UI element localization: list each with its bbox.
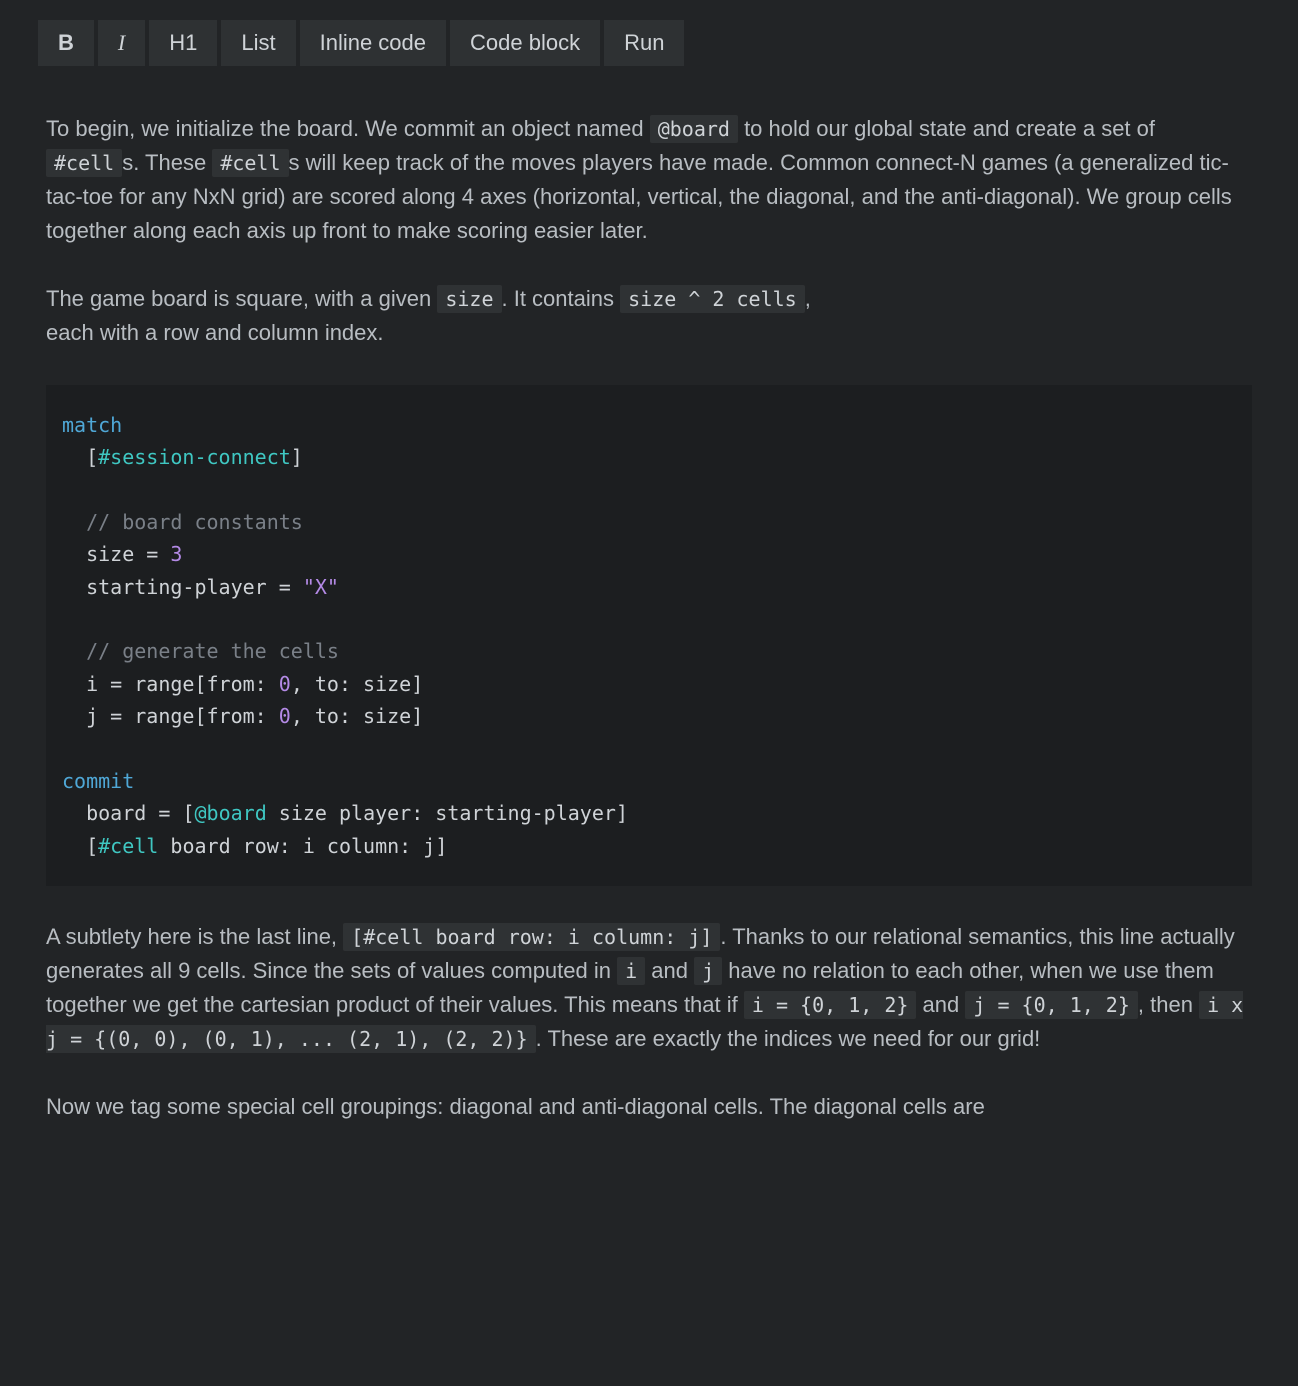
identifier: j (86, 704, 98, 728)
diagonal-paragraph: Now we tag some special cell groupings: … (46, 1090, 1252, 1124)
keyword-match: match (62, 413, 122, 437)
formatting-toolbar: B I H1 List Inline code Code block Run (38, 20, 1252, 66)
inline-code: j (694, 957, 722, 985)
inline-code: @board (650, 115, 738, 143)
comment: // generate the cells (86, 639, 339, 663)
intro-paragraph: To begin, we initialize the board. We co… (46, 112, 1252, 248)
bracket: [ (182, 801, 194, 825)
code-block-button[interactable]: Code block (450, 20, 600, 66)
text: The game board is square, with a given (46, 286, 437, 311)
attrs: board row: i column: j (158, 834, 435, 858)
attrs: size player: starting-player (267, 801, 616, 825)
bracket: ] (435, 834, 447, 858)
bracket: [ (86, 445, 98, 469)
operator: = (98, 672, 134, 696)
identifier: board (86, 801, 146, 825)
inline-code: i = {0, 1, 2} (744, 991, 917, 1019)
list-button[interactable]: List (221, 20, 295, 66)
keyword-commit: commit (62, 769, 134, 793)
number: 0 (279, 704, 291, 728)
text: . These are exactly the indices we need … (536, 1026, 1041, 1051)
code-block-init-board[interactable]: match [#session-connect] // board consta… (46, 385, 1252, 886)
inline-code-button[interactable]: Inline code (300, 20, 446, 66)
comment: // board constants (86, 510, 303, 534)
tag-session-connect: #session-connect (98, 445, 291, 469)
fn-call: range[from: (134, 672, 279, 696)
identifier: size (86, 542, 134, 566)
inline-code: [#cell board row: i column: j] (343, 923, 720, 951)
identifier: starting-player (86, 575, 267, 599)
board-size-paragraph: The game board is square, with a given s… (46, 282, 1252, 350)
identifier: i (86, 672, 98, 696)
inline-code: size ^ 2 cells (620, 285, 805, 313)
text: To begin, we initialize the board. We co… (46, 116, 650, 141)
fn-call: , to: size] (291, 672, 423, 696)
h1-button[interactable]: H1 (149, 20, 217, 66)
text: . It contains (502, 286, 621, 311)
fn-call: range[from: (134, 704, 279, 728)
bold-button[interactable]: B (38, 20, 94, 66)
bracket: [ (86, 834, 98, 858)
text: , then (1138, 992, 1199, 1017)
inline-code: size (437, 285, 501, 313)
text: to hold our global state and create a se… (738, 116, 1155, 141)
inline-code: #cell (212, 149, 288, 177)
bracket: ] (291, 445, 303, 469)
operator: = (134, 542, 170, 566)
number: 3 (170, 542, 182, 566)
text: and (916, 992, 965, 1017)
number: 0 (279, 672, 291, 696)
fn-call: , to: size] (291, 704, 423, 728)
tag-board: @board (194, 801, 266, 825)
text: s. These (122, 150, 212, 175)
operator: = (146, 801, 182, 825)
text: and (645, 958, 694, 983)
string: "X" (303, 575, 339, 599)
operator: = (98, 704, 134, 728)
text: , (805, 286, 811, 311)
tag-cell: #cell (98, 834, 158, 858)
text: A subtlety here is the last line, (46, 924, 343, 949)
inline-code: j = {0, 1, 2} (965, 991, 1138, 1019)
italic-button[interactable]: I (98, 20, 145, 66)
text: each with a row and column index. (46, 320, 384, 345)
run-button[interactable]: Run (604, 20, 684, 66)
inline-code: i (617, 957, 645, 985)
bracket: ] (616, 801, 628, 825)
text: Now we tag some special cell groupings: … (46, 1094, 985, 1119)
inline-code: #cell (46, 149, 122, 177)
operator: = (267, 575, 303, 599)
subtlety-paragraph: A subtlety here is the last line, [#cell… (46, 920, 1252, 1056)
